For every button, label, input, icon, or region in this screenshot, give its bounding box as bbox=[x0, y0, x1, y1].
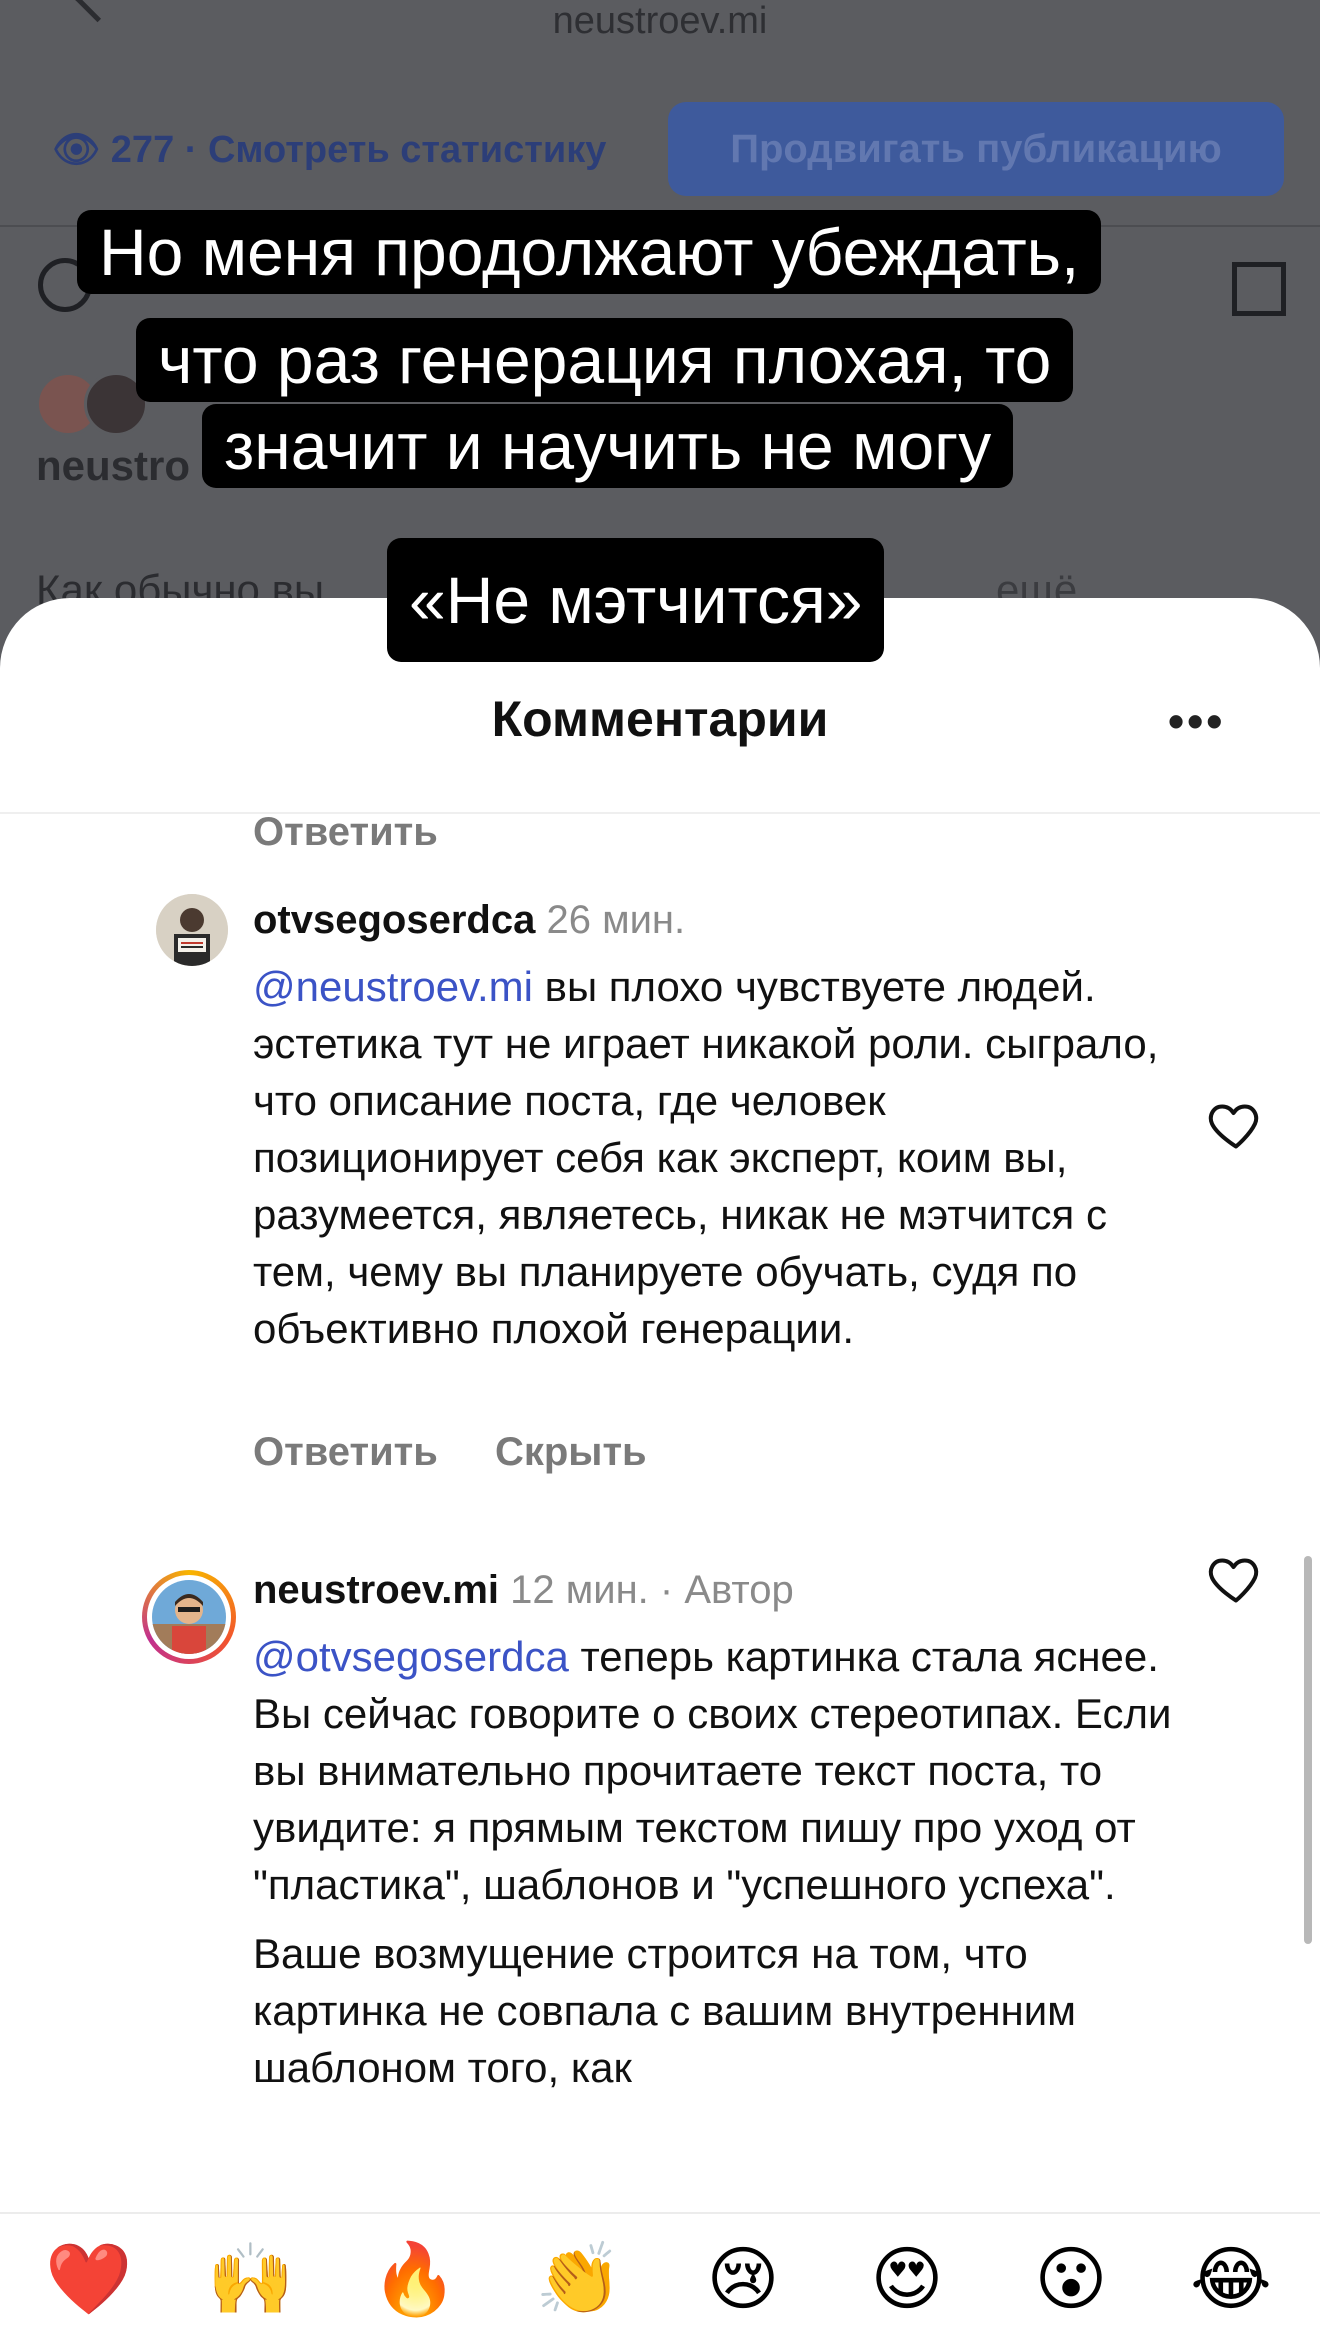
promote-post-button[interactable]: Продвигать публикацию bbox=[668, 102, 1284, 196]
like-comment-icon[interactable] bbox=[1206, 1094, 1266, 1154]
emoji-surprised-icon[interactable]: 😮 bbox=[1026, 2234, 1116, 2324]
overlay-caption-line: Но меня продолжают убеждать, bbox=[77, 210, 1102, 294]
comment-text: @otvsegoserdca теперь картинка стала ясн… bbox=[253, 1628, 1173, 2096]
share-icon[interactable] bbox=[1232, 262, 1286, 316]
emoji-raised-hands-icon[interactable]: 🙌 bbox=[206, 2234, 296, 2324]
divider bbox=[0, 812, 1320, 814]
emoji-heart-icon[interactable]: ❤️ bbox=[44, 2234, 134, 2324]
post-author[interactable]: neustro bbox=[36, 442, 190, 490]
overlay-caption-line: значит и научить не могу bbox=[202, 404, 1014, 488]
comment-body: вы плохо чувствуете людей. эстетика тут … bbox=[253, 963, 1159, 1352]
mention-link[interactable]: @neustroev.mi bbox=[253, 963, 533, 1010]
comment-header: neustroev.mi 12 мин. · Автор bbox=[253, 1568, 794, 1613]
emoji-fire-icon[interactable]: 🔥 bbox=[370, 2234, 460, 2324]
mention-link[interactable]: @otvsegoserdca bbox=[253, 1633, 569, 1680]
reply-button[interactable]: Ответить bbox=[253, 1430, 438, 1474]
comment-body-paragraph: Ваше возмущение строится на том, что кар… bbox=[253, 1930, 1077, 2091]
emoji-heart-eyes-icon[interactable]: 😍 bbox=[862, 2234, 952, 2324]
view-statistics-link[interactable]: 👁 277 · Смотреть статистику bbox=[52, 128, 606, 172]
comment-time: 12 мин. · Автор bbox=[510, 1568, 794, 1612]
emoji-cry-icon[interactable]: 😢 bbox=[698, 2234, 788, 2324]
comments-sheet: Комментарии ••• Ответить otvsegoserdca 2… bbox=[0, 598, 1320, 2346]
hide-button[interactable]: Скрыть bbox=[495, 1430, 647, 1474]
avatar-story-ring[interactable] bbox=[142, 1570, 236, 1664]
reply-button[interactable]: Ответить bbox=[253, 810, 438, 855]
overlay-caption-line: что раз генерация плохая, то bbox=[136, 318, 1074, 402]
more-options-icon[interactable]: ••• bbox=[1168, 694, 1225, 748]
post-username-header: neustroev.mi bbox=[552, 0, 768, 42]
scrollbar[interactable] bbox=[1304, 1556, 1312, 1944]
comment-text: @neustroev.mi вы плохо чувствуете людей.… bbox=[253, 958, 1173, 1357]
avatar[interactable] bbox=[156, 894, 228, 966]
emoji-reaction-bar: ❤️ 🙌 🔥 👏 😢 😍 😮 😂 bbox=[0, 2212, 1320, 2348]
sheet-title: Комментарии bbox=[491, 691, 829, 747]
comment-header: otvsegoserdca 26 мин. bbox=[253, 898, 685, 943]
emoji-clap-icon[interactable]: 👏 bbox=[534, 2234, 624, 2324]
comment-username[interactable]: neustroev.mi bbox=[253, 1568, 499, 1612]
comment-time: 26 мин. bbox=[546, 898, 686, 942]
overlay-caption-line: «Не мэтчится» bbox=[387, 538, 885, 662]
avatar bbox=[152, 1580, 226, 1654]
like-comment-icon[interactable] bbox=[1206, 1548, 1266, 1608]
comment-actions: Ответить Скрыть bbox=[253, 1430, 693, 1475]
comment-username[interactable]: otvsegoserdca bbox=[253, 898, 535, 942]
emoji-laughing-icon[interactable]: 😂 bbox=[1186, 2234, 1276, 2324]
